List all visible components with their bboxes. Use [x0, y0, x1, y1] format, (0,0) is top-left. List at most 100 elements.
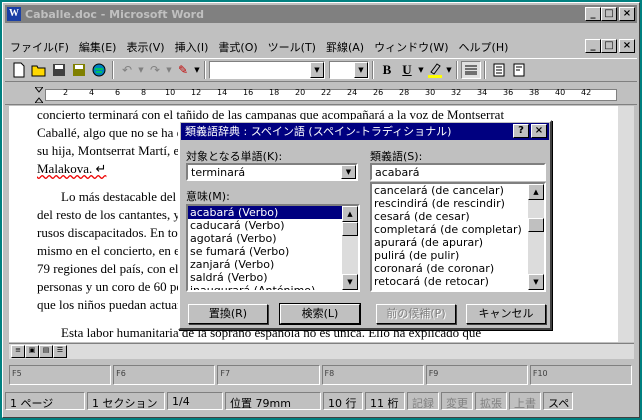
- list-item[interactable]: acabará (Verbo): [188, 206, 358, 219]
- list-item[interactable]: coronará (de coronar): [372, 262, 544, 275]
- ruler-number: 8: [141, 88, 147, 97]
- synonym-list[interactable]: cancelará (de cancelar) rescindirá (de r…: [370, 182, 546, 292]
- web-globe-icon[interactable]: [89, 61, 109, 79]
- save-disk-icon[interactable]: [49, 61, 69, 79]
- print-layout-icon[interactable]: ▤: [39, 345, 53, 358]
- document-line[interactable]: que los niños puedan actuar.: [37, 296, 184, 314]
- list-item[interactable]: cesará (de cesar): [372, 210, 544, 223]
- menu-edit[interactable]: 編集(E): [74, 39, 122, 55]
- list-item[interactable]: caducará (Verbo): [188, 219, 358, 232]
- vertical-scrollbar[interactable]: [618, 106, 634, 342]
- fkey-f6[interactable]: F6: [113, 365, 216, 385]
- web-view-icon[interactable]: ▣: [25, 345, 39, 358]
- synonym-input[interactable]: acabará: [370, 163, 546, 181]
- redo-icon[interactable]: ↷: [145, 61, 165, 79]
- chevron-down-icon[interactable]: ▼: [310, 62, 324, 78]
- minimize-button[interactable]: _: [585, 7, 601, 21]
- close-button[interactable]: ×: [619, 7, 635, 21]
- horizontal-scrollbar[interactable]: ≡ ▣ ▤ ☰: [9, 343, 634, 359]
- status-position: 位置 79mm: [225, 392, 321, 410]
- normal-view-icon[interactable]: ≡: [11, 345, 25, 358]
- title-bar[interactable]: W Caballe.doc - Microsoft Word _ □ ×: [5, 5, 637, 23]
- doc-close-button[interactable]: ×: [619, 39, 635, 53]
- ruler-number: 18: [269, 88, 280, 97]
- horizontal-ruler[interactable]: 2 4 6 8 10 12 14 16 18 20 22 24 26 28 30…: [5, 85, 637, 105]
- status-bar: 1 ページ 1 セクション 1/4 位置 79mm 10 行 11 桁 記録 変…: [5, 390, 637, 412]
- list-item[interactable]: rescindirá (de rescindir): [372, 197, 544, 210]
- style-combo[interactable]: ▼: [209, 61, 325, 79]
- synonym-list-scrollbar[interactable]: ▲ ▼: [528, 184, 544, 290]
- dialog-title[interactable]: 類義語辞典 : スペイン語 (スペイン-トラディショナル): [181, 123, 549, 140]
- list-item[interactable]: agotará (Verbo): [188, 232, 358, 245]
- status-track-changes[interactable]: 変更: [441, 392, 473, 410]
- list-item[interactable]: zanjará (Verbo): [188, 258, 358, 271]
- font-size-combo[interactable]: ▼: [329, 61, 369, 79]
- search-button[interactable]: 検索(L): [279, 303, 361, 325]
- list-item[interactable]: completará (de completar): [372, 223, 544, 236]
- outline-view-icon[interactable]: ☰: [53, 345, 67, 358]
- dialog-help-button[interactable]: ?: [513, 124, 529, 138]
- menu-help[interactable]: ヘルプ(H): [454, 39, 514, 55]
- document-view-icon[interactable]: [489, 61, 509, 79]
- undo-dropdown-icon[interactable]: ▼: [137, 61, 145, 79]
- autotext-icon[interactable]: ✎: [173, 61, 193, 79]
- open-folder-icon[interactable]: [29, 61, 49, 79]
- menu-tools[interactable]: ツール(T): [263, 39, 321, 55]
- list-item[interactable]: saldrá (Verbo): [188, 271, 358, 284]
- highlighter-dropdown-icon[interactable]: ▼: [445, 61, 453, 79]
- status-language[interactable]: スペ: [543, 392, 573, 410]
- doc-restore-button[interactable]: □: [601, 39, 617, 53]
- meaning-list[interactable]: acabará (Verbo) caducará (Verbo) agotará…: [186, 204, 360, 292]
- new-document-icon[interactable]: [9, 61, 29, 79]
- scroll-down-icon[interactable]: ▼: [342, 274, 358, 290]
- cancel-button[interactable]: キャンセル: [466, 304, 546, 324]
- indent-marker-icon[interactable]: [33, 86, 45, 104]
- scroll-thumb[interactable]: [342, 222, 358, 236]
- dialog-close-button[interactable]: ×: [531, 124, 547, 138]
- previous-button[interactable]: 前の候補(P): [376, 304, 456, 324]
- underline-button[interactable]: U: [397, 61, 417, 79]
- list-item[interactable]: cancelará (de cancelar): [372, 184, 544, 197]
- menu-insert[interactable]: 挿入(I): [170, 39, 214, 55]
- document-line[interactable]: Malakova. ↵: [37, 160, 106, 178]
- bold-button[interactable]: B: [377, 61, 397, 79]
- restore-button[interactable]: □: [601, 7, 617, 21]
- undo-icon[interactable]: ↶: [117, 61, 137, 79]
- menu-view[interactable]: 表示(V): [121, 39, 169, 55]
- align-justify-icon[interactable]: [461, 61, 481, 79]
- menu-file[interactable]: ファイル(F): [5, 39, 74, 55]
- redo-dropdown-icon[interactable]: ▼: [165, 61, 173, 79]
- meaning-list-scrollbar[interactable]: ▲ ▼: [342, 206, 358, 290]
- status-extend[interactable]: 拡張: [475, 392, 507, 410]
- list-item[interactable]: pulirá (de pulir): [372, 249, 544, 262]
- list-item[interactable]: retocará (de retocar): [372, 275, 544, 288]
- target-word-combo[interactable]: terminará ▼: [186, 163, 358, 181]
- print-preview-icon[interactable]: [509, 61, 529, 79]
- fkey-f8[interactable]: F8: [321, 365, 424, 385]
- fkey-f10[interactable]: F10: [529, 365, 633, 385]
- chevron-down-icon[interactable]: ▼: [341, 165, 356, 179]
- word-app-icon[interactable]: W: [7, 7, 21, 21]
- fkey-f9[interactable]: F9: [425, 365, 528, 385]
- status-record[interactable]: 記録: [407, 392, 439, 410]
- underline-dropdown-icon[interactable]: ▼: [417, 61, 425, 79]
- scroll-down-icon[interactable]: ▼: [528, 274, 544, 290]
- scroll-thumb[interactable]: [528, 218, 544, 232]
- list-item[interactable]: se fumará (Verbo): [188, 245, 358, 258]
- replace-button[interactable]: 置換(R): [188, 304, 268, 324]
- autotext-dropdown-icon[interactable]: ▼: [193, 61, 201, 79]
- highlighter-icon[interactable]: [425, 61, 445, 79]
- scroll-up-icon[interactable]: ▲: [342, 206, 358, 222]
- list-item[interactable]: inaugurará (Antónimo): [188, 284, 358, 290]
- menu-table[interactable]: 罫線(A): [321, 39, 369, 55]
- fkey-f5[interactable]: F5: [9, 365, 112, 385]
- menu-window[interactable]: ウィンドウ(W): [369, 39, 453, 55]
- save-as-icon[interactable]: [69, 61, 89, 79]
- list-item[interactable]: apurará (de apurar): [372, 236, 544, 249]
- status-overwrite[interactable]: 上書: [509, 392, 541, 410]
- chevron-down-icon[interactable]: ▼: [354, 62, 368, 78]
- menu-format[interactable]: 書式(O): [213, 39, 262, 55]
- fkey-f7[interactable]: F7: [217, 365, 320, 385]
- scroll-up-icon[interactable]: ▲: [528, 184, 544, 200]
- doc-minimize-button[interactable]: _: [585, 39, 601, 53]
